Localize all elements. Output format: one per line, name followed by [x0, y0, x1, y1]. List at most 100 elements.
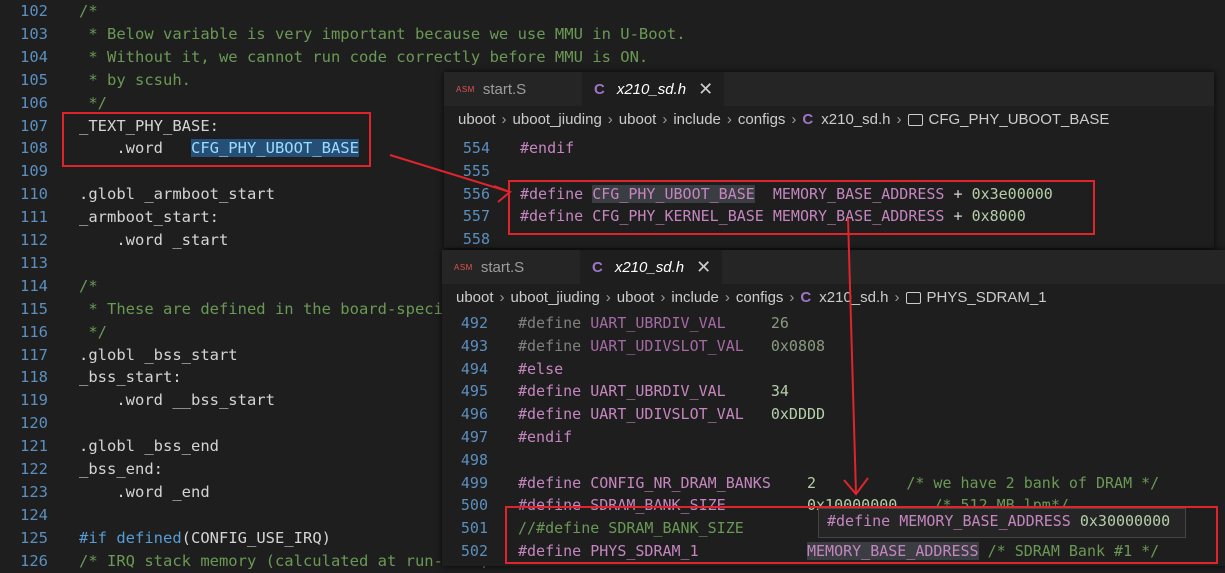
code-line[interactable]: #else — [518, 358, 563, 381]
code-line[interactable]: .globl _bss_end — [79, 435, 219, 458]
tab-x210-sd-h[interactable]: C x210_sd.h ✕ — [582, 72, 724, 106]
code-line[interactable]: #endif — [520, 137, 574, 160]
breadcrumb-item[interactable]: uboot_jiuding — [511, 289, 600, 306]
code-line[interactable]: #define UART_UDIVSLOT_VAL 0xDDDD — [518, 403, 825, 426]
highlight-box-define-uboot-base — [508, 180, 1095, 235]
code-line[interactable]: * Below variable is very important becau… — [79, 23, 685, 46]
line-number: 102 — [20, 2, 48, 20]
chevron-right-icon: › — [791, 110, 797, 128]
code-line[interactable]: _armboot_start: — [79, 206, 219, 229]
asm-file-icon: ASM — [454, 262, 473, 272]
tab-start-s[interactable]: ASM start.S — [442, 250, 580, 284]
line-number: 113 — [20, 253, 48, 272]
tab-bar: ASM start.S C x210_sd.h ✕ — [444, 72, 1214, 106]
breadcrumb-item[interactable]: include — [671, 289, 719, 306]
line-number: 499 — [460, 473, 488, 492]
c-file-icon: C — [802, 110, 814, 128]
line-number: 109 — [20, 162, 48, 181]
code-line[interactable]: .word _start — [79, 229, 228, 252]
c-file-icon: C — [594, 80, 605, 98]
chevron-right-icon: › — [605, 288, 611, 306]
tab-start-s[interactable]: ASM start.S — [444, 72, 582, 106]
breadcrumb-item[interactable]: CFG_PHY_UBOOT_BASE — [929, 111, 1110, 128]
code-line[interactable]: /* IRQ stack memory (calculated at run-t… — [79, 550, 490, 573]
breadcrumb-item[interactable]: configs — [738, 111, 786, 128]
line-number: 118 — [20, 368, 48, 387]
line-number: 497 — [460, 428, 488, 446]
tab-label: x210_sd.h — [616, 80, 687, 98]
line-number: 495 — [460, 382, 488, 401]
line-number: 111 — [20, 208, 48, 227]
breadcrumb-item[interactable]: uboot — [617, 289, 655, 306]
code-line[interactable]: _bss_end: — [79, 458, 163, 481]
line-number: 501 — [460, 519, 488, 538]
breadcrumb-item[interactable]: include — [673, 111, 721, 128]
line-number: 119 — [20, 391, 48, 410]
code-line[interactable]: .word _end — [79, 481, 209, 504]
breadcrumb-item[interactable]: x210_sd.h — [821, 111, 890, 128]
breadcrumb-item[interactable]: configs — [736, 289, 784, 306]
code-line[interactable]: #define UART_UBRDIV_VAL 26 — [518, 312, 789, 335]
line-number: 500 — [460, 496, 488, 515]
line-number: 557 — [462, 207, 490, 226]
code-line[interactable]: .globl _armboot_start — [79, 183, 275, 206]
code-line[interactable]: _bss_start: — [79, 366, 182, 389]
code-line[interactable]: #define CONFIG_NR_DRAM_BANKS 2 /* we hav… — [518, 472, 1159, 495]
code-line[interactable]: * These are defined in the board-specifi… — [79, 298, 471, 321]
c-file-icon: C — [592, 258, 603, 276]
close-icon[interactable]: ✕ — [698, 79, 713, 100]
line-number: 125 — [20, 528, 48, 547]
line-number: 494 — [460, 359, 488, 378]
line-number: 117 — [20, 345, 48, 364]
chevron-right-icon: › — [724, 288, 730, 306]
line-number: 558 — [462, 230, 490, 248]
line-number: 492 — [460, 314, 488, 332]
code-line[interactable]: .word __bss_start — [79, 389, 275, 412]
code-line[interactable]: /* — [79, 275, 98, 298]
code-line[interactable]: * by scsuh. — [79, 69, 191, 92]
code-line[interactable]: #define UART_UDIVSLOT_VAL 0x0808 — [518, 335, 825, 358]
code-line[interactable]: #if defined(CONFIG_USE_IRQ) — [79, 527, 331, 550]
line-number: 107 — [20, 116, 48, 135]
breadcrumb: uboot › uboot_jiuding › uboot › include › config… — [444, 106, 1214, 132]
line-number: 554 — [462, 139, 490, 157]
line-number: 114 — [20, 276, 48, 295]
line-number: 496 — [460, 405, 488, 424]
tab-x210-sd-h[interactable]: C x210_sd.h ✕ — [580, 250, 722, 284]
line-number: 555 — [462, 161, 490, 180]
chevron-right-icon: › — [896, 110, 902, 128]
highlight-box-text-phy-base — [62, 112, 371, 167]
code-line[interactable]: #endif — [518, 426, 572, 449]
chevron-right-icon: › — [660, 288, 666, 306]
chevron-right-icon: › — [662, 110, 668, 128]
line-number: 108 — [20, 139, 48, 158]
code-line[interactable]: .globl _bss_start — [79, 344, 238, 367]
line-number: 121 — [20, 437, 48, 456]
line-number: 498 — [460, 450, 488, 469]
chevron-right-icon: › — [894, 288, 900, 306]
line-number: 124 — [20, 505, 48, 524]
c-file-icon: C — [800, 288, 812, 306]
line-number: 126 — [20, 551, 48, 570]
code-line[interactable]: */ — [79, 321, 107, 344]
line-number: 556 — [462, 184, 490, 203]
chevron-right-icon: › — [607, 110, 613, 128]
code-line[interactable]: #define UART_UBRDIV_VAL 34 — [518, 380, 789, 403]
line-number: 502 — [460, 542, 488, 560]
line-number: 106 — [20, 93, 48, 112]
highlight-box-phys-sdram-1 — [505, 506, 1218, 564]
breadcrumb-item[interactable]: x210_sd.h — [819, 289, 888, 306]
code-line[interactable]: * Without it, we cannot run code correct… — [79, 46, 648, 69]
line-number: 103 — [20, 24, 48, 43]
line-number: 123 — [20, 482, 48, 501]
breadcrumb-item[interactable]: uboot_jiuding — [513, 111, 602, 128]
tab-label: start.S — [482, 80, 527, 98]
chevron-right-icon: › — [789, 288, 795, 306]
breadcrumb-item[interactable]: uboot — [458, 111, 496, 128]
breadcrumb-item[interactable]: PHYS_SDRAM_1 — [927, 289, 1047, 306]
code-line[interactable]: /* — [79, 0, 98, 23]
breadcrumb-item[interactable]: uboot — [456, 289, 494, 306]
close-icon[interactable]: ✕ — [696, 257, 711, 278]
breadcrumb-item[interactable]: uboot — [619, 111, 657, 128]
symbol-icon — [905, 292, 921, 304]
